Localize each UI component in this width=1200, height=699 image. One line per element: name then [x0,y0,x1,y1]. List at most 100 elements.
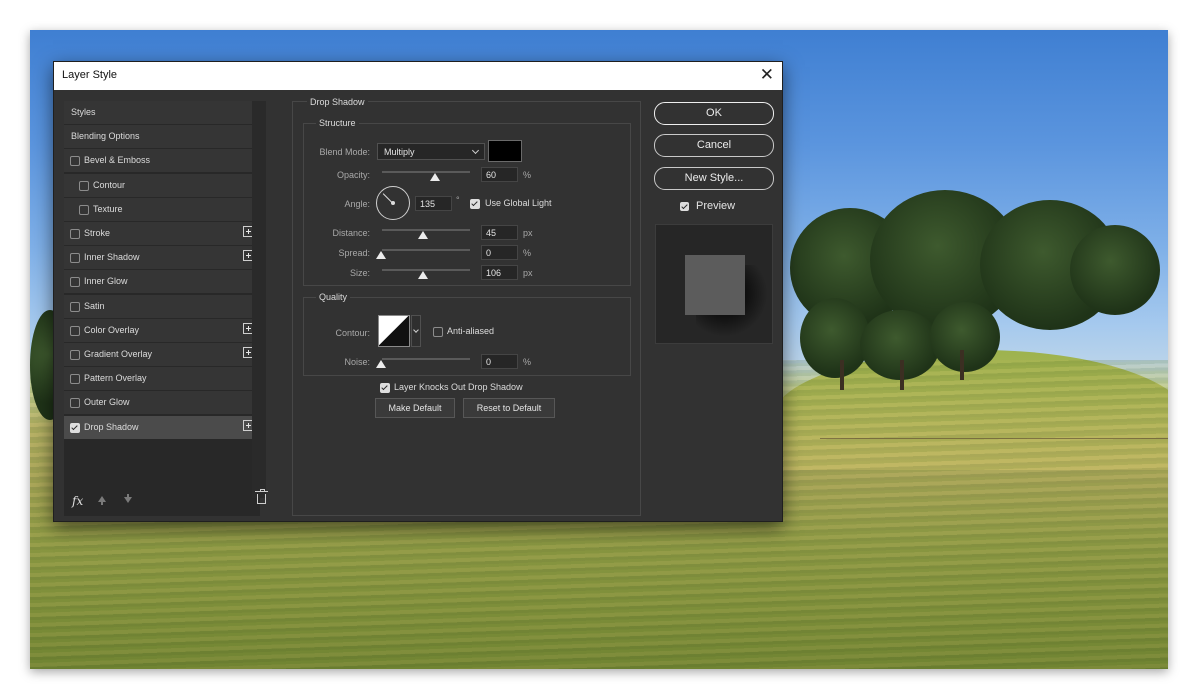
style-item[interactable]: Drop Shadow [64,416,260,439]
style-item-checkbox[interactable] [70,229,80,239]
style-item-checkbox[interactable] [70,423,80,433]
cancel-button[interactable]: Cancel [654,134,774,157]
trash-icon[interactable] [255,489,268,504]
noise-slider-thumb[interactable] [376,360,386,368]
style-item-checkbox[interactable] [70,253,80,263]
style-item-label: Gradient Overlay [84,349,153,359]
noise-label: Noise: [344,357,370,367]
size-unit: px [523,268,533,278]
opacity-unit: % [523,170,532,180]
structure-group: Structure Blend Mode: Multiply Opacity: … [303,118,631,286]
layer-knocks-out-label: Layer Knocks Out Drop Shadow [394,382,523,392]
blend-mode-value: Multiply [384,147,415,157]
style-item-checkbox[interactable] [70,326,80,336]
angle-unit: ° [456,195,460,205]
blend-mode-label: Blend Mode: [319,147,370,157]
chevron-down-icon [413,327,419,333]
opacity-input[interactable]: 60 [481,167,518,182]
style-item-label: Outer Glow [84,397,130,407]
distance-slider-thumb[interactable] [418,231,428,239]
layer-knocks-out-checkbox[interactable] [380,383,390,393]
structure-title: Structure [316,118,359,128]
spread-input[interactable]: 0 [481,245,518,260]
style-item[interactable]: Inner Shadow [64,246,260,269]
new-style-button[interactable]: New Style... [654,167,774,190]
style-item-checkbox[interactable] [70,350,80,360]
style-item-label: Styles [71,107,96,117]
close-icon[interactable]: ✕ [760,65,774,85]
style-item[interactable]: Color Overlay [64,319,260,342]
drop-shadow-settings: Drop Shadow Structure Blend Mode: Multip… [292,97,641,516]
anti-aliased-checkbox[interactable] [433,327,443,337]
spread-slider-thumb[interactable] [376,251,386,259]
styles-list-footer: fx [64,488,277,516]
blend-mode-select[interactable]: Multiply [377,143,485,160]
style-item[interactable]: Bevel & Emboss [64,149,260,172]
opacity-slider-thumb[interactable] [430,173,440,181]
spread-label: Spread: [338,248,370,258]
photo-tree [930,302,1000,372]
style-item-checkbox[interactable] [79,205,89,215]
style-item[interactable]: Contour [64,174,260,197]
preview-square [685,255,745,315]
photo-fence [820,438,1168,439]
style-item-label: Stroke [84,228,111,238]
angle-input[interactable]: 135 [415,196,452,211]
distance-input[interactable]: 45 [481,225,518,240]
quality-title: Quality [316,292,351,302]
dialog-titlebar: Layer Style ✕ [54,62,782,90]
style-item-label: Blending Options [71,131,140,141]
noise-slider-track[interactable] [382,358,470,360]
style-item-label: Bevel & Emboss [84,155,151,165]
style-item[interactable]: Gradient Overlay [64,343,260,366]
style-item-checkbox[interactable] [79,181,89,191]
angle-center [391,201,395,205]
reset-to-default-button[interactable]: Reset to Default [463,398,555,418]
ok-button[interactable]: OK [654,102,774,125]
preview-checkbox[interactable] [680,202,689,211]
style-item[interactable]: Pattern Overlay [64,367,260,390]
style-item-label: Satin [84,301,105,311]
use-global-light-checkbox[interactable] [470,199,480,209]
styles-list-scrollbar[interactable] [252,101,266,498]
style-item[interactable]: Stroke [64,222,260,245]
style-item[interactable]: Satin [64,295,260,318]
contour-preview[interactable] [378,315,410,347]
style-item-checkbox[interactable] [70,156,80,166]
style-item-checkbox[interactable] [70,302,80,312]
angle-label: Angle: [344,199,370,209]
size-label: Size: [349,268,370,278]
noise-input[interactable]: 0 [481,354,518,369]
use-global-light-label: Use Global Light [485,198,552,208]
contour-dropdown[interactable] [411,315,421,347]
fx-icon[interactable]: fx [72,494,83,508]
style-item-label: Color Overlay [84,325,140,335]
photo-trunk [960,350,964,380]
distance-label: Distance: [332,228,370,238]
photo-tree [800,298,870,378]
styles-list-panel: Styles Blending Options Bevel & Emboss Cont… [64,101,260,516]
shadow-color-swatch[interactable] [488,140,522,162]
style-item[interactable]: Blending Options [64,125,260,148]
opacity-label: Opacity: [336,170,370,180]
style-item[interactable]: Outer Glow [64,391,260,414]
make-default-button[interactable]: Make Default [375,398,455,418]
chevron-down-icon [471,146,480,155]
style-item-checkbox[interactable] [70,277,80,287]
style-item-checkbox[interactable] [70,398,80,408]
size-input[interactable]: 106 [481,265,518,280]
angle-dial[interactable] [376,186,410,220]
style-item[interactable]: Texture [64,198,260,221]
photo-trunk [900,360,904,390]
style-item[interactable]: Inner Glow [64,270,260,293]
style-item[interactable]: Styles [64,101,260,124]
opacity-slider-track[interactable] [382,171,470,173]
style-item-checkbox[interactable] [70,374,80,384]
noise-unit: % [523,357,532,367]
size-slider-thumb[interactable] [418,271,428,279]
spread-slider-track[interactable] [382,249,470,251]
move-down-icon[interactable] [124,494,132,503]
style-item-label: Pattern Overlay [84,373,147,383]
style-item-label: Inner Shadow [84,252,140,262]
move-up-icon[interactable] [98,496,106,505]
